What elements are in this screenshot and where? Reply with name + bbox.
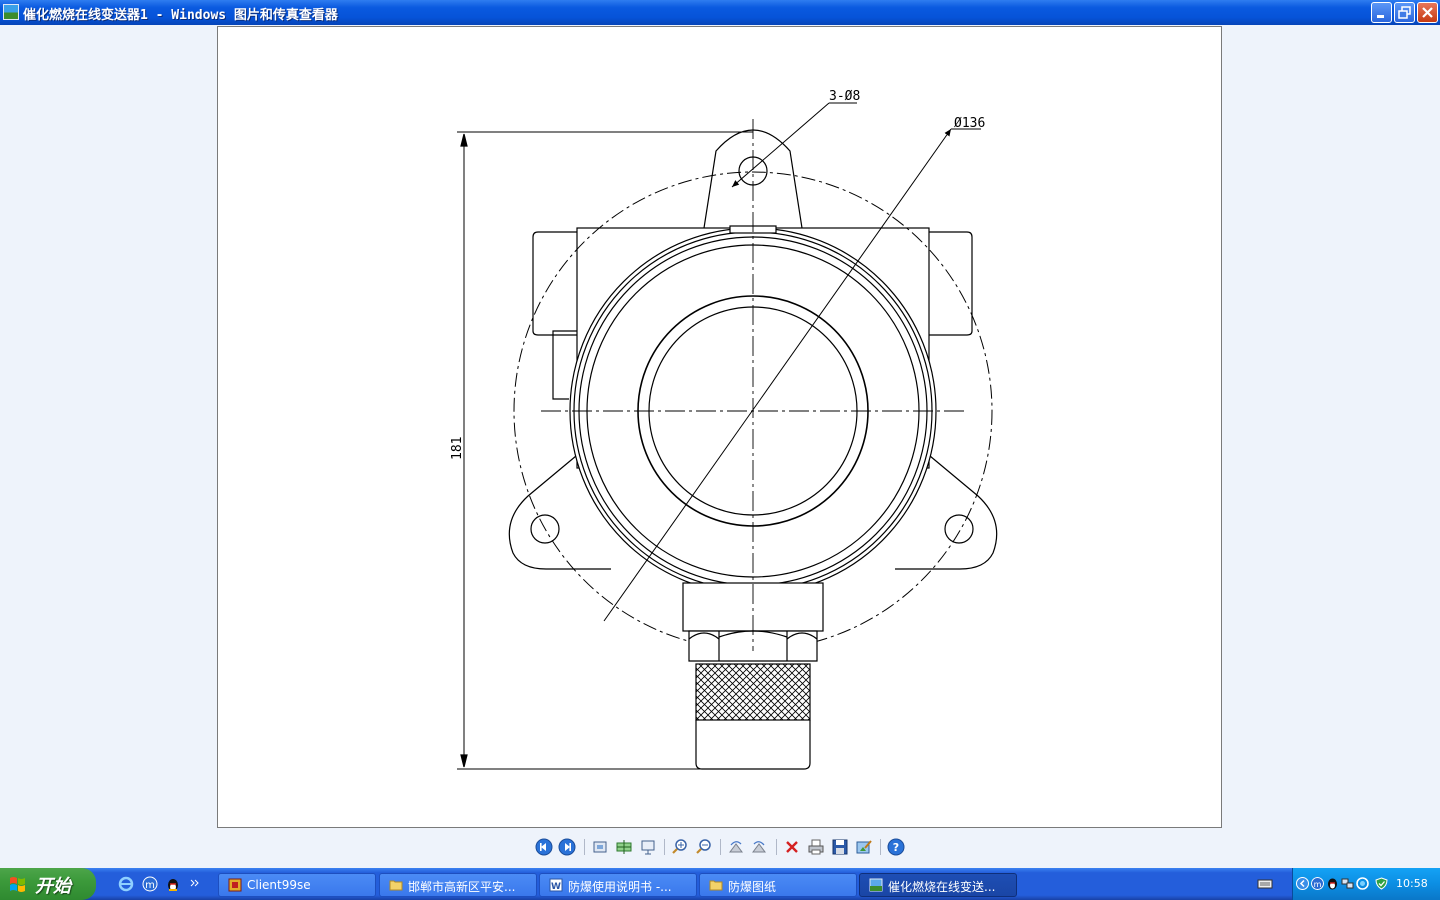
start-label: 开始 bbox=[35, 876, 71, 897]
delete-icon[interactable] bbox=[783, 838, 801, 856]
internet-explorer-icon[interactable] bbox=[118, 876, 134, 892]
taskbar-item-picture-viewer[interactable]: 催化燃烧在线变送... bbox=[859, 873, 1017, 897]
show-hidden-icons-icon[interactable] bbox=[1296, 877, 1309, 890]
right-mounting-hole bbox=[944, 514, 974, 544]
restore-button[interactable] bbox=[1394, 2, 1415, 23]
toolbar-separator bbox=[776, 839, 777, 855]
title-bar: 催化燃烧在线变送器1 - Windows 图片和传真查看器 bbox=[0, 0, 1440, 25]
save-icon[interactable] bbox=[831, 838, 849, 856]
window-title: 催化燃烧在线变送器1 - Windows 图片和传真查看器 bbox=[23, 8, 338, 23]
taskbar: 开始 m Client99se 邯郸市高新区平安... W 防爆使用说明书 -.… bbox=[0, 868, 1440, 900]
security-shield-icon[interactable] bbox=[1375, 877, 1388, 890]
taskbar-item-label: Client99se bbox=[247, 878, 311, 892]
rotate-ccw-icon[interactable] bbox=[750, 838, 768, 856]
hole-callout-label: 3-Ø8 bbox=[829, 89, 860, 104]
diameter-callout-label: Ø136 bbox=[954, 116, 985, 131]
restore-icon bbox=[1398, 6, 1411, 19]
slideshow-icon[interactable] bbox=[639, 838, 657, 856]
taskbar-item-label: 催化燃烧在线变送... bbox=[888, 880, 996, 894]
qq-tray-icon[interactable] bbox=[1326, 877, 1339, 890]
toolbar-separator bbox=[880, 839, 881, 855]
picture-viewer-app-icon[interactable] bbox=[3, 4, 19, 20]
height-dimension-label: 181 bbox=[450, 437, 465, 460]
protel-app-icon bbox=[228, 878, 242, 892]
actual-size-icon[interactable] bbox=[615, 838, 633, 856]
messenger-icon[interactable]: m bbox=[142, 876, 158, 892]
update-tray-icon[interactable] bbox=[1356, 877, 1369, 890]
minimize-button[interactable] bbox=[1371, 2, 1392, 23]
system-tray: m 10:58 bbox=[1292, 868, 1440, 900]
qq-penguin-icon[interactable] bbox=[165, 876, 181, 892]
keyboard-icon[interactable] bbox=[1257, 878, 1273, 890]
taskbar-item-word-manual[interactable]: W 防爆使用说明书 -... bbox=[539, 873, 697, 897]
clock[interactable]: 10:58 bbox=[1396, 877, 1428, 890]
word-document-icon: W bbox=[549, 878, 563, 892]
left-boss bbox=[532, 231, 577, 336]
technical-drawing: 3-Ø8 Ø136 181 bbox=[450, 89, 998, 770]
svg-text:W: W bbox=[551, 882, 561, 892]
windows-flag-icon bbox=[10, 877, 25, 892]
sensor-mesh bbox=[695, 663, 811, 721]
start-button[interactable]: 开始 bbox=[0, 868, 96, 900]
svg-text:m: m bbox=[145, 880, 155, 891]
image-canvas[interactable]: 3-Ø8 Ø136 181 bbox=[217, 26, 1222, 828]
toolbar-separator bbox=[720, 839, 721, 855]
rotate-cw-icon[interactable] bbox=[727, 838, 745, 856]
taskbar-item-label: 防爆图纸 bbox=[728, 880, 777, 894]
svg-text:?: ? bbox=[893, 841, 899, 854]
viewer-toolbar: ? bbox=[0, 836, 1440, 858]
toolbar-separator bbox=[584, 839, 585, 855]
taskbar-item-label: 邯郸市高新区平安... bbox=[408, 880, 516, 894]
close-button[interactable] bbox=[1417, 2, 1438, 23]
help-icon[interactable]: ? bbox=[887, 838, 905, 856]
zoom-out-icon[interactable] bbox=[695, 838, 713, 856]
toolbar-separator bbox=[664, 839, 665, 855]
taskbar-item-client99se[interactable]: Client99se bbox=[218, 873, 376, 897]
taskbar-item-folder-drawings[interactable]: 防爆图纸 bbox=[699, 873, 857, 897]
taskbar-item-label: 防爆使用说明书 -... bbox=[568, 880, 672, 894]
folder-icon bbox=[389, 880, 403, 891]
right-boss bbox=[929, 231, 973, 336]
close-icon bbox=[1422, 7, 1433, 18]
zoom-in-icon[interactable] bbox=[671, 838, 689, 856]
network-tray-icon[interactable] bbox=[1341, 877, 1354, 890]
folder-icon bbox=[709, 880, 723, 891]
picture-viewer-icon bbox=[869, 878, 883, 892]
prev-icon[interactable] bbox=[535, 838, 553, 856]
chevron-more-icon[interactable] bbox=[190, 876, 200, 892]
edit-icon[interactable] bbox=[855, 838, 873, 856]
messenger-tray-icon[interactable]: m bbox=[1311, 877, 1324, 890]
minimize-icon bbox=[1377, 15, 1384, 18]
svg-text:m: m bbox=[1314, 880, 1322, 889]
print-icon[interactable] bbox=[807, 838, 825, 856]
best-fit-icon[interactable] bbox=[591, 838, 609, 856]
taskbar-item-folder-handan[interactable]: 邯郸市高新区平安... bbox=[379, 873, 537, 897]
sensor-cap bbox=[695, 720, 811, 770]
next-icon[interactable] bbox=[558, 838, 576, 856]
